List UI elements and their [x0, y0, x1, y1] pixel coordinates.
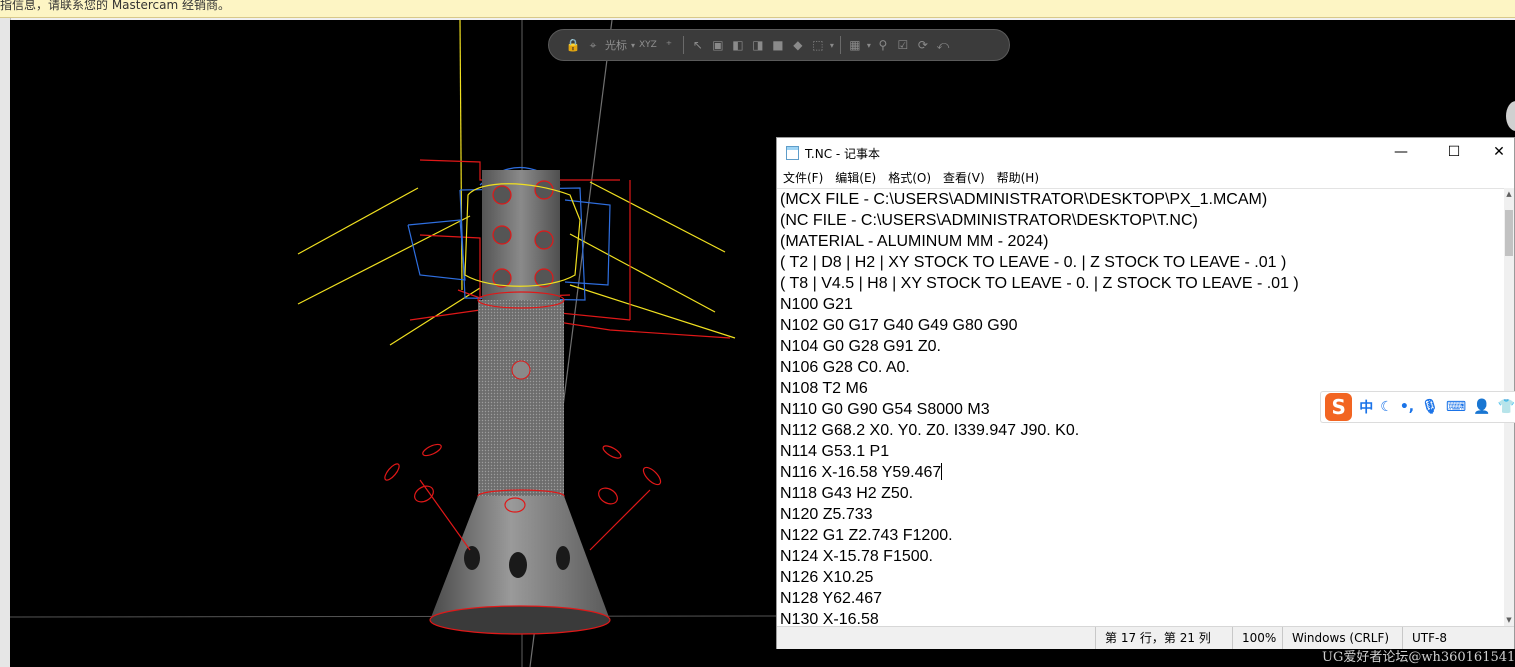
code-line-text: N116 X-16.58 Y59.467 — [780, 464, 942, 481]
menu-view[interactable]: 查看(V) — [937, 168, 991, 188]
refresh-select-icon[interactable]: ⟳ — [915, 37, 931, 53]
menu-bar: 文件(F) 编辑(E) 格式(O) 查看(V) 帮助(H) — [777, 168, 1514, 188]
scroll-thumb[interactable] — [1505, 210, 1513, 256]
code-line: N130 X-16.58 — [780, 609, 1506, 627]
text-caret — [941, 463, 943, 480]
code-line: (MCX FILE - C:\USERS\ADMINISTRATOR\DESKT… — [780, 189, 1506, 210]
scroll-down-icon[interactable]: ▼ — [1504, 614, 1514, 626]
code-line-text: (MATERIAL - ALUMINUM MM - 2024) — [780, 233, 1049, 250]
notice-text: 指信息，请联系您的 Mastercam 经销商。 — [0, 0, 230, 12]
code-line-text: N108 T2 M6 — [780, 380, 868, 397]
solid-select-icon[interactable]: ▣ — [710, 37, 726, 53]
code-line-text: N100 G21 — [780, 296, 853, 313]
code-line-text: N126 X10.25 — [780, 569, 874, 586]
code-line: N100 G21 — [780, 294, 1506, 315]
code-line: ( T8 | V4.5 | H8 | XY STOCK TO LEAVE - 0… — [780, 273, 1506, 294]
code-line: (MATERIAL - ALUMINUM MM - 2024) — [780, 231, 1506, 252]
verify-select-icon[interactable]: ⚲ — [875, 37, 891, 53]
microphone-icon[interactable]: 🎙 — [1421, 399, 1439, 415]
edge-select-icon[interactable]: ◨ — [750, 37, 766, 53]
window-title: T.NC - 记事本 — [805, 147, 881, 161]
code-line-text: (MCX FILE - C:\USERS\ADMINISTRATOR\DESKT… — [780, 191, 1268, 208]
user-icon[interactable]: 👤 — [1473, 399, 1490, 415]
clear-select-icon[interactable]: ⤺ — [935, 37, 951, 53]
code-line-text: N122 G1 Z2.743 F1200. — [780, 527, 953, 544]
code-line: N122 G1 Z2.743 F1200. — [780, 525, 1506, 546]
code-line-text: N112 G68.2 X0. Y0. Z0. I339.947 J90. K0. — [780, 422, 1080, 439]
close-button[interactable]: ✕ — [1476, 138, 1515, 168]
chevron-down-icon[interactable]: ▾ — [631, 41, 635, 50]
maximize-button[interactable]: ☐ — [1431, 138, 1477, 168]
code-line-text: ( T2 | D8 | H2 | XY STOCK TO LEAVE - 0. … — [780, 254, 1287, 271]
shaded-cube-icon[interactable]: ◆ — [790, 37, 806, 53]
code-line-text: N102 G0 G17 G40 G49 G80 G90 — [780, 317, 1018, 334]
ime-mode-toggle[interactable]: 中 — [1359, 397, 1373, 417]
code-line: N128 Y62.467 — [780, 588, 1506, 609]
grid-select-icon[interactable]: ▦ — [847, 37, 863, 53]
cursor-snap-icon[interactable]: ⌖ — [585, 37, 601, 53]
menu-format[interactable]: 格式(O) — [882, 168, 937, 188]
code-line: N106 G28 C0. A0. — [780, 357, 1506, 378]
code-line: (NC FILE - C:\USERS\ADMINISTRATOR\DESKTO… — [780, 210, 1506, 231]
quick-view-toolbar: 🔒 ⌖ 光标 ▾ XYZ ⁺ ↖ ▣ ◧ ◨ ■ ◆ ⬚ ▾ ▦ ▾ ⚲ ☑ ⟳… — [548, 29, 1010, 61]
point-icon[interactable]: ⁺ — [661, 37, 677, 53]
moon-icon[interactable]: ☾ — [1380, 399, 1393, 415]
menu-file[interactable]: 文件(F) — [777, 168, 829, 188]
code-line-text: N118 G43 H2 Z50. — [780, 485, 914, 502]
forum-watermark: UG爱好者论坛@wh360161541 — [1322, 650, 1515, 665]
code-line-text: N130 X-16.58 — [780, 611, 879, 627]
code-line-text: N106 G28 C0. A0. — [780, 359, 910, 376]
shirt-icon[interactable]: 👕 — [1498, 399, 1515, 415]
code-line-text: ( T8 | V4.5 | H8 | XY STOCK TO LEAVE - 0… — [780, 275, 1299, 292]
sogou-logo[interactable]: S — [1325, 393, 1353, 421]
code-line: N126 X10.25 — [780, 567, 1506, 588]
keyboard-icon[interactable]: ⌨ — [1446, 399, 1466, 415]
ime-toolbar: S 中 ☾ •, 🎙 ⌨ 👤 👕 — [1320, 391, 1515, 423]
select-arrow-icon[interactable]: ↖ — [690, 37, 706, 53]
code-line-text: N120 Z5.733 — [780, 506, 873, 523]
code-line-text: (NC FILE - C:\USERS\ADMINISTRATOR\DESKTO… — [780, 212, 1198, 229]
menu-help[interactable]: 帮助(H) — [991, 168, 1045, 188]
face-select-icon[interactable]: ◧ — [730, 37, 746, 53]
minimize-button[interactable]: — — [1378, 138, 1424, 168]
code-line-text: N110 G0 G90 G54 S8000 M3 — [780, 401, 990, 418]
punctuation-icon[interactable]: •, — [1400, 399, 1414, 415]
checked-select-icon[interactable]: ☑ — [895, 37, 911, 53]
chevron-down-icon[interactable]: ▾ — [830, 41, 834, 50]
code-line-text: N124 X-15.78 F1500. — [780, 548, 933, 565]
zoom-level: 100% — [1232, 627, 1276, 649]
code-line-text: N128 Y62.467 — [780, 590, 883, 607]
cursor-position: 第 17 行，第 21 列 — [1095, 627, 1211, 649]
notepad-icon — [786, 146, 799, 160]
lock-icon[interactable]: 🔒 — [565, 37, 581, 53]
code-line-text: N114 G53.1 P1 — [780, 443, 890, 460]
code-line: N104 G0 G28 G91 Z0. — [780, 336, 1506, 357]
license-notice-bar: 指信息，请联系您的 Mastercam 经销商。 — [0, 0, 1515, 18]
code-line: N116 X-16.58 Y59.467 — [780, 462, 1506, 483]
code-line: N114 G53.1 P1 — [780, 441, 1506, 462]
toolbar-separator — [682, 36, 684, 54]
code-line: N118 G43 H2 Z50. — [780, 483, 1506, 504]
code-line: ( T2 | D8 | H2 | XY STOCK TO LEAVE - 0. … — [780, 252, 1506, 273]
menu-edit[interactable]: 编辑(E) — [829, 168, 882, 188]
xyz-label[interactable]: XYZ — [639, 40, 657, 50]
code-line-text: N104 G0 G28 G91 Z0. — [780, 338, 941, 355]
notepad-titlebar[interactable]: T.NC - 记事本 — ☐ ✕ — [777, 138, 1514, 168]
cursor-label[interactable]: 光标 — [605, 37, 627, 53]
window-select-icon[interactable]: ⬚ — [810, 37, 826, 53]
scroll-up-icon[interactable]: ▲ — [1504, 188, 1514, 200]
code-line: N102 G0 G17 G40 G49 G80 G90 — [780, 315, 1506, 336]
toolbar-separator — [839, 36, 841, 54]
body-select-icon[interactable]: ■ — [770, 37, 786, 53]
chevron-down-icon[interactable]: ▾ — [867, 41, 871, 50]
code-line: N120 Z5.733 — [780, 504, 1506, 525]
code-line: N124 X-15.78 F1500. — [780, 546, 1506, 567]
code-line: N112 G68.2 X0. Y0. Z0. I339.947 J90. K0. — [780, 420, 1506, 441]
